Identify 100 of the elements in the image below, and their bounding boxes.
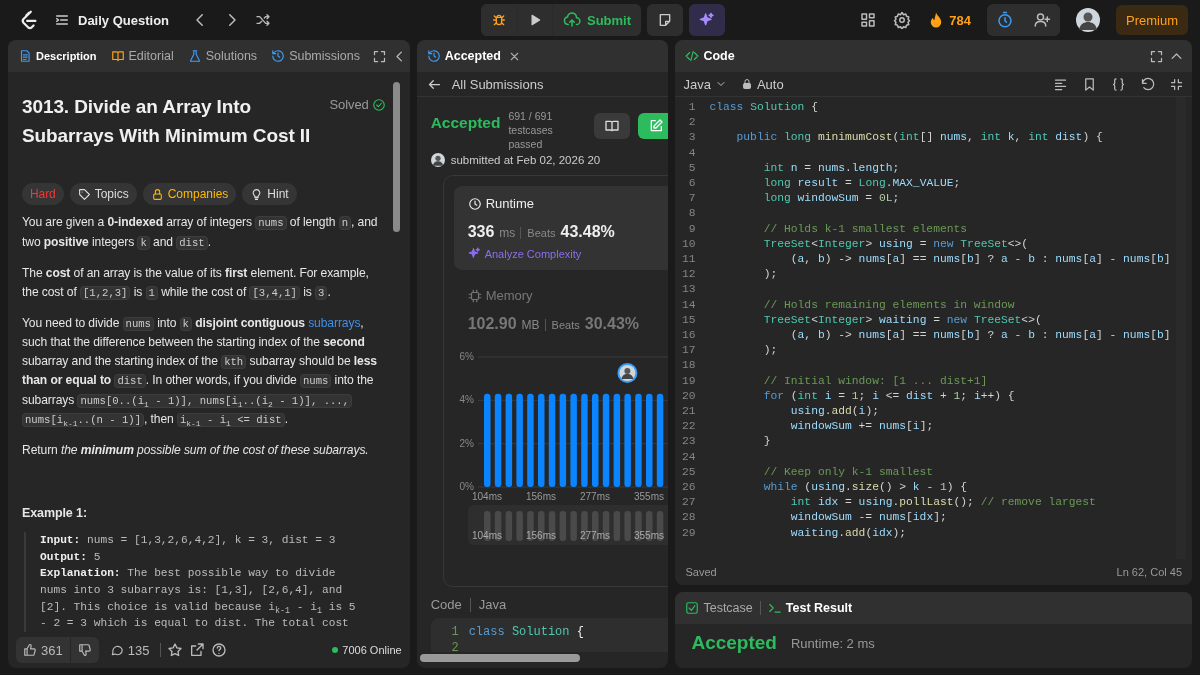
comments-button[interactable]: 135 (104, 642, 155, 658)
line-number: 22 (680, 419, 697, 435)
code-line: ); (762, 267, 778, 283)
description-paragraph: You are given a 0-indexed array of integers nums of length n , and two positive integers k and dist . (22, 214, 379, 252)
axis-label: 277ms (579, 530, 610, 541)
code-line: while (using.size() > k - 1) { (762, 480, 968, 496)
panel-tab[interactable]: Testcase (683, 601, 755, 615)
line-number: 13 (680, 282, 697, 298)
code-line: int n = nums.length; (762, 160, 900, 176)
metric-value: 102.90 (467, 315, 517, 333)
language-label: Java (478, 597, 507, 612)
line-number: 2 (450, 640, 460, 652)
range-overview[interactable]: 104ms 156ms 277ms 355ms (467, 505, 669, 545)
code-line: long windowSum = 0L; (762, 191, 900, 207)
submission-time: submitted at Feb 02, 2026 20 (450, 154, 601, 166)
description-paragraph: The cost of an array is the value of its first element. For example, the cost of [1,2,3] is 1 while the cost of [3,4,1] is 3 . (22, 265, 370, 302)
description-paragraph: You need to divide nums into k disjoint contiguous subarrays, such that the difference between the starting index of the second subarray and the starting index of the kth subarray should be less than or equal to dist . In other words, if you divide nums into the subarrays nums[0..(i$_{1}$ - 1)], nums[i$_{1}$..(i$_{2}$ - 1)], ..., nums[i$_{k-1}$..(n - 1)] , then i$_{k-1}$ - i$_{1}$ <= dist . (22, 315, 378, 430)
runtime-text: Runtime: 2 ms (790, 635, 875, 651)
code-line: windowSum -= nums[idx]; (789, 510, 947, 526)
axis-label: 104ms (471, 491, 502, 502)
axis-label: 156ms (525, 491, 556, 502)
panel-tab[interactable]: Submissions (269, 49, 362, 63)
code-line: long result = Long.MAX_VALUE; (762, 176, 961, 191)
line-number: 1 (687, 100, 697, 115)
testcase-count: 691 / 691 testcases passed (508, 109, 554, 151)
line-number: 24 (680, 449, 697, 465)
code-line: public long minimumCost(int[] nums, int k, int dist) { (735, 130, 1103, 146)
line-number: 16 (680, 328, 697, 344)
axis-label: 0% (459, 481, 474, 492)
line-number: 21 (680, 404, 697, 420)
submit-button[interactable]: Submit (552, 4, 642, 36)
axis-label: 277ms (579, 491, 610, 502)
code-line: using.add(i); (789, 404, 879, 420)
line-number: 27 (680, 495, 697, 511)
line-number: 12 (680, 267, 697, 283)
example-line: Explanation: The best possible way to divide (40, 566, 337, 582)
panel-tab[interactable]: Accepted (424, 49, 503, 63)
code-line: class Solution { (468, 624, 584, 640)
line-number: 25 (680, 464, 697, 480)
line-number: 28 (680, 510, 697, 526)
code-line: class Solution { (709, 100, 818, 115)
panel-tab[interactable]: Description (16, 49, 99, 63)
metric-value: 336 (467, 223, 495, 241)
axis-label: 355ms (633, 491, 664, 502)
axis-label: 4% (459, 394, 474, 406)
code-line: windowSum += nums[i]; (789, 419, 934, 435)
save-status: Saved (685, 566, 717, 578)
code-line: TreeSet<Integer> waiting = new TreeSet<>( (762, 312, 1042, 328)
line-number: 8 (687, 206, 697, 222)
line-number: 18 (680, 358, 697, 374)
example-line: Output: 5 (40, 549, 102, 565)
code-line: (a, b) -> nums[a] == nums[b] ? a - b : nums[a] - nums[b] (789, 252, 1171, 268)
line-number: 17 (680, 343, 697, 359)
cursor-position: Ln 62, Col 45 (1116, 566, 1182, 578)
code-label: Code (430, 597, 462, 612)
panel-tab[interactable]: Editorial (108, 49, 176, 63)
tag-button[interactable]: Topics (69, 183, 137, 206)
submission-status: Accepted (430, 114, 501, 132)
problem-title: 3013. Divide an Array Into Subarrays With Minimum Cost II (22, 95, 312, 148)
example-line: Input: nums = [1,3,2,6,4,2], k = 3, dist = 3 (40, 533, 337, 549)
language-selector[interactable]: Java (683, 76, 727, 92)
premium-button[interactable]: Premium (1116, 5, 1188, 35)
axis-label: 104ms (471, 530, 502, 541)
code-line: ); (762, 343, 778, 359)
line-number: 3 (687, 130, 697, 146)
example-heading: Example 1: (22, 504, 88, 522)
code-line: TreeSet<Integer> using = new TreeSet<>( (762, 236, 1029, 252)
axis-label: 6% (459, 351, 474, 362)
tag-button[interactable]: Hint (242, 183, 297, 206)
line-number: 11 (680, 252, 697, 268)
beats-label: Beats (544, 319, 580, 331)
beats-label: Beats (520, 227, 556, 239)
tag-button[interactable]: Companies (142, 183, 237, 206)
code-line: for (int i = 1; i <= dist + 1; i++) { (762, 388, 1015, 404)
code-line: waiting.add(idx); (789, 525, 907, 541)
axis-label: 156ms (525, 530, 556, 541)
line-number: 4 (687, 145, 697, 161)
beats-value: 30.43% (584, 315, 639, 333)
page-title[interactable]: Daily Question (78, 12, 170, 28)
line-number: 9 (687, 221, 697, 237)
code-line: // Holds k-1 smallest elements (762, 221, 968, 237)
line-number: 19 (680, 373, 697, 389)
panel-tab[interactable]: Solutions (185, 49, 260, 63)
example-line: - 2 = 3 which is equal to dist. The total cost (40, 616, 350, 632)
mode-selector[interactable]: Auto (740, 76, 784, 92)
code-line: // Holds remaining elements in window (762, 297, 1015, 313)
axis-label: 2% (459, 437, 474, 449)
panel-tab[interactable]: Code (683, 49, 737, 63)
metric-card[interactable]: Runtime 336 ms Beats 43.48% Analyze Complexity (453, 186, 669, 270)
line-number: 1 (450, 624, 460, 640)
line-number: 26 (680, 480, 697, 496)
axis-label: 355ms (633, 530, 664, 541)
online-count: 7006 Online (342, 644, 402, 656)
difficulty-badge: Hard (22, 183, 64, 206)
code-line: // Keep only k-1 smallest (762, 464, 934, 480)
example-line: [2]. This choice is valid because i$_{k-1}$ - i$_{1}$ is 5 (40, 599, 357, 616)
metric-card[interactable]: Memory 102.90 MB Beats 30.43% (453, 278, 669, 343)
streak-count[interactable]: 784 (949, 12, 971, 28)
metric-label: Memory (485, 288, 533, 303)
panel-tab[interactable]: Test Result (765, 601, 855, 615)
